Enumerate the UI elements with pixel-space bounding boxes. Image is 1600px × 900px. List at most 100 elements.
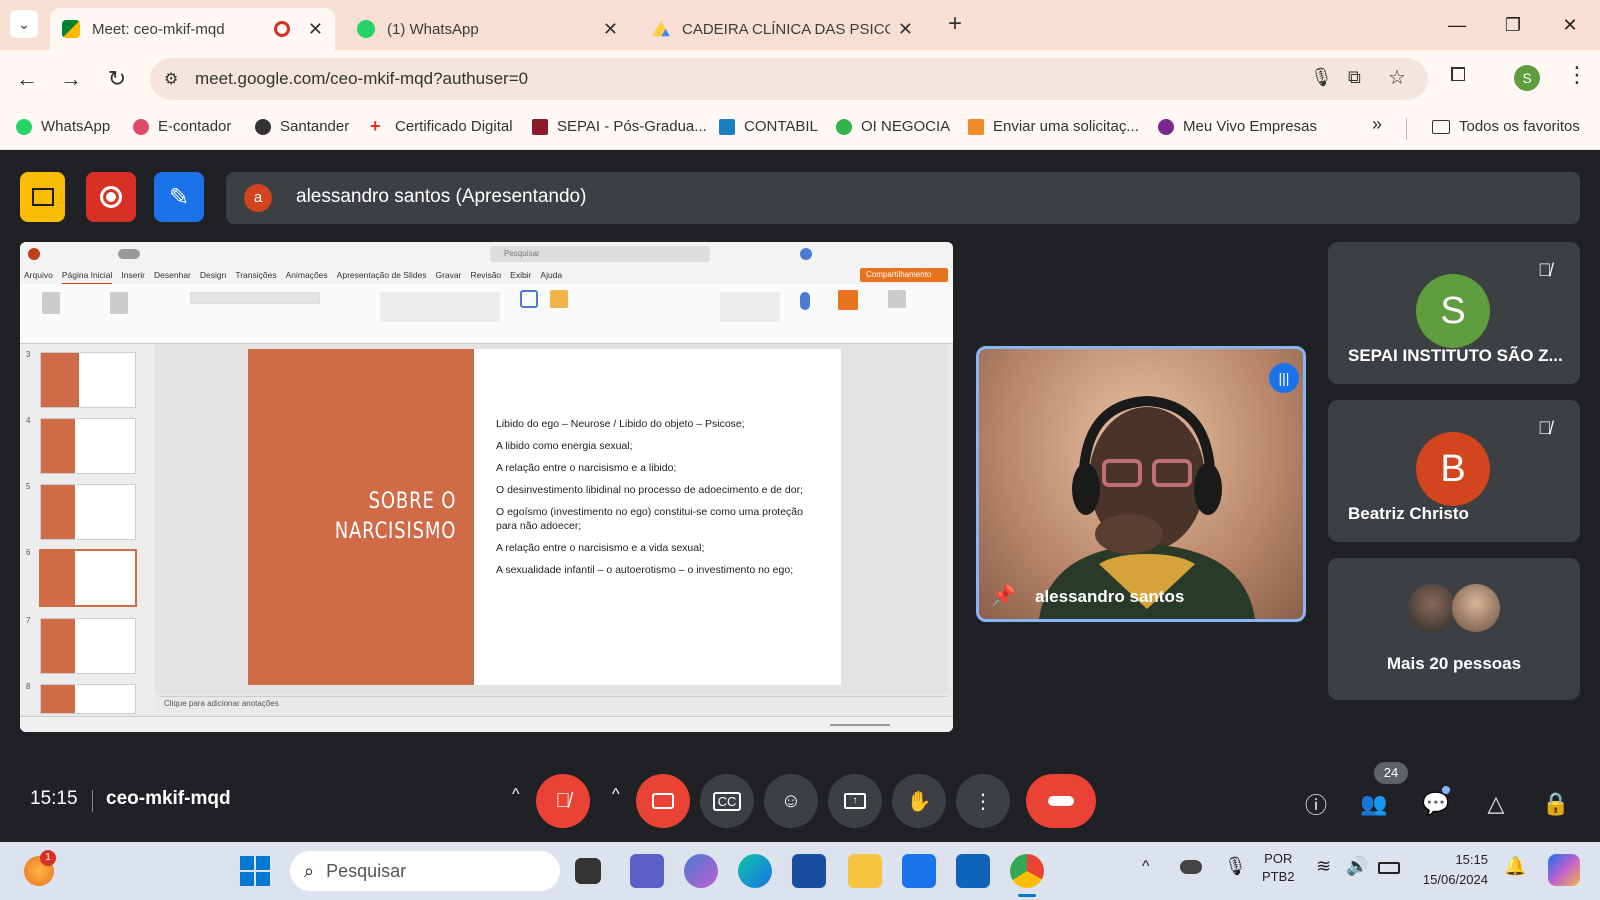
back-icon[interactable]: ← <box>12 64 42 94</box>
bookmark-santander[interactable]: Santander <box>255 118 349 135</box>
show-hidden-icons-chevron[interactable]: ^ <box>1142 858 1150 876</box>
bookmarks-overflow[interactable]: » <box>1372 114 1382 135</box>
slide-thumbnail[interactable] <box>40 484 136 540</box>
notes-pane[interactable]: Clique para adicionar anotações <box>160 696 948 712</box>
new-tab-button[interactable]: + <box>948 10 962 38</box>
pen-icon: ✎ <box>168 183 190 211</box>
onedrive-icon[interactable] <box>1180 860 1202 874</box>
menu-item[interactable]: Página Inicial <box>61 270 113 284</box>
menu-item[interactable]: Exibir <box>510 270 531 284</box>
chat-app-icon[interactable] <box>630 854 664 888</box>
store-icon[interactable] <box>792 854 826 888</box>
mail-icon[interactable] <box>902 854 936 888</box>
site-info-icon[interactable]: ⚙ <box>164 69 178 89</box>
menu-item[interactable]: Apresentação de Slides <box>337 270 427 284</box>
zoom-slider[interactable] <box>830 724 890 726</box>
edge-icon[interactable] <box>738 854 772 888</box>
menu-item[interactable]: Arquivo <box>24 270 53 284</box>
participant-tile[interactable]: S 🎙̸ SEPAI INSTITUTO SÃO Z... <box>1328 242 1580 384</box>
participant-tile[interactable]: B 🎙̸ Beatriz Christo <box>1328 400 1580 542</box>
minimize-icon[interactable]: — <box>1442 10 1472 40</box>
language-indicator[interactable]: POR PTB2 <box>1262 850 1295 886</box>
active-speaker-video[interactable]: ||| 📌 alessandro santos <box>976 346 1306 622</box>
recording-button[interactable] <box>86 172 136 222</box>
menu-item[interactable]: Desenhar <box>154 270 191 284</box>
chrome-icon[interactable] <box>1010 854 1044 888</box>
forward-icon[interactable]: → <box>56 64 86 94</box>
meeting-info-icon[interactable]: ⓘ <box>1300 788 1332 820</box>
bookmark-sepai[interactable]: SEPAI - Pós-Gradua... <box>532 118 707 135</box>
bookmark-enviar[interactable]: Enviar uma solicitaç... <box>968 118 1139 135</box>
copilot-icon[interactable] <box>684 854 718 888</box>
tab-drive[interactable]: CADEIRA CLÍNICA DAS PSICOSES ✕ <box>640 8 925 50</box>
task-view-icon[interactable] <box>575 858 601 884</box>
tab-meet[interactable]: Meet: ceo-mkif-mqd ✕ <box>50 8 335 50</box>
close-window-icon[interactable]: ✕ <box>1555 10 1585 40</box>
volume-icon[interactable]: 🔊 <box>1346 856 1368 877</box>
activities-icon[interactable]: △ <box>1480 788 1512 820</box>
tab-search-button[interactable]: ⌄ <box>10 10 38 38</box>
reload-icon[interactable]: ↻ <box>102 64 132 94</box>
bookmark-whatsapp[interactable]: WhatsApp <box>16 118 110 135</box>
ppt-share-button[interactable]: Compartilhamento <box>860 268 948 282</box>
microphone-icon[interactable]: 🎙 <box>1310 67 1333 88</box>
notifications-bell-icon[interactable]: 🔔 <box>1504 856 1526 877</box>
slide-thumbnail[interactable] <box>40 352 136 408</box>
bookmark-vivo[interactable]: Meu Vivo Empresas <box>1158 118 1317 135</box>
captions-button[interactable]: CC <box>700 774 754 828</box>
address-bar[interactable]: ⚙ meet.google.com/ceo-mkif-mqd?authuser=… <box>150 58 1428 100</box>
menu-item[interactable]: Design <box>200 270 226 284</box>
host-controls-icon[interactable]: 🔒 <box>1540 788 1572 820</box>
people-icon[interactable]: 👥 <box>1358 788 1390 820</box>
more-options-button[interactable]: ⋮ <box>956 774 1010 828</box>
start-windows-icon[interactable] <box>240 856 270 886</box>
more-people-tile[interactable]: Mais 20 pessoas <box>1328 558 1580 700</box>
close-tab-icon[interactable]: ✕ <box>308 19 323 40</box>
current-slide[interactable]: SOBRE O NARCISISMO Libido do ego – Neuro… <box>248 349 841 685</box>
microphone-in-use-icon[interactable]: 🎙 <box>1224 856 1247 877</box>
slide-thumbnail[interactable] <box>40 684 136 714</box>
ppt-search-box[interactable]: Pesquisar <box>490 246 710 262</box>
extensions-icon[interactable]: ⧠ <box>1450 64 1466 87</box>
menu-item[interactable]: Animações <box>286 270 328 284</box>
bookmark-contabil[interactable]: CONTABIL <box>719 118 818 135</box>
visual-effects-button[interactable] <box>20 172 65 222</box>
outlook-icon[interactable] <box>956 854 990 888</box>
slide-thumbnail[interactable] <box>40 618 136 674</box>
audio-options-chevron-icon[interactable]: ^ <box>512 786 520 804</box>
raise-hand-button[interactable]: ✋ <box>892 774 946 828</box>
open-in-app-icon[interactable]: ⧉ <box>1348 67 1361 88</box>
battery-icon[interactable] <box>1378 862 1400 874</box>
copilot-tray-icon[interactable] <box>1548 854 1580 886</box>
all-favorites-folder[interactable]: Todos os favoritos <box>1432 118 1580 135</box>
leave-call-button[interactable] <box>1026 774 1096 828</box>
menu-item[interactable]: Ajuda <box>540 270 562 284</box>
restore-icon[interactable]: ❐ <box>1498 10 1528 40</box>
slide-thumbnail[interactable] <box>40 418 136 474</box>
close-tab-icon[interactable]: ✕ <box>898 19 913 40</box>
clock[interactable]: 15:15 15/06/2024 <box>1412 850 1488 890</box>
mic-off-button[interactable]: 🎙̸ <box>536 774 590 828</box>
bookmark-star-icon[interactable]: ☆ <box>1388 65 1406 90</box>
close-tab-icon[interactable]: ✕ <box>603 19 618 40</box>
bookmark-certificado[interactable]: + Certificado Digital <box>370 117 513 136</box>
menu-item[interactable]: Gravar <box>435 270 461 284</box>
slide-thumbnail-selected[interactable] <box>39 549 137 607</box>
video-options-chevron-icon[interactable]: ^ <box>612 786 620 804</box>
profile-avatar[interactable]: S <box>1514 65 1540 91</box>
browser-menu-icon[interactable]: ⋮ <box>1566 62 1588 88</box>
present-screen-button[interactable]: ↑ <box>828 774 882 828</box>
bookmark-oi-negocia[interactable]: OI NEGOCIA <box>836 118 950 135</box>
menu-item[interactable]: Transições <box>235 270 276 284</box>
pin-icon[interactable]: 📌 <box>991 583 1016 608</box>
camera-off-button[interactable] <box>636 774 690 828</box>
taskbar-search-box[interactable]: ⌕ Pesquisar <box>290 851 560 891</box>
tab-whatsapp[interactable]: (1) WhatsApp ✕ <box>345 8 630 50</box>
wifi-icon[interactable]: ≋ <box>1316 856 1331 877</box>
reactions-button[interactable]: ☺ <box>764 774 818 828</box>
menu-item[interactable]: Inserir <box>121 270 145 284</box>
menu-item[interactable]: Revisão <box>470 270 501 284</box>
bookmark-e-contador[interactable]: E-contador <box>133 118 231 135</box>
file-explorer-icon[interactable] <box>848 854 882 888</box>
whiteboard-button[interactable]: ✎ <box>154 172 204 222</box>
